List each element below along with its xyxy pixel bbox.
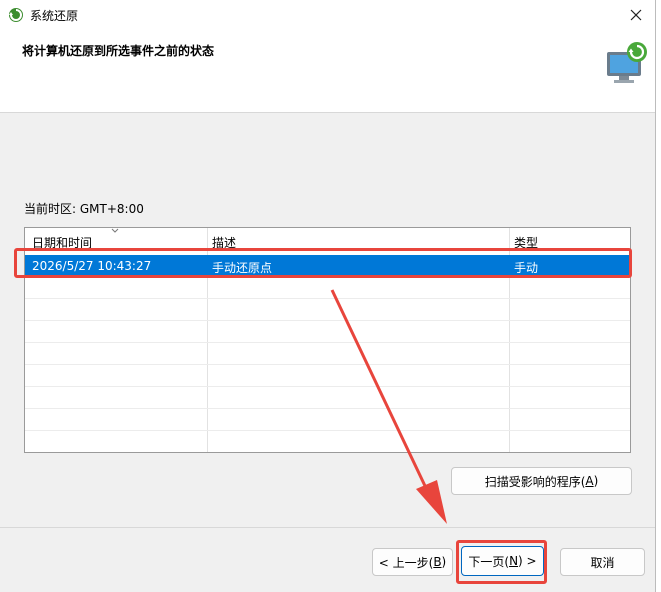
table-row-empty — [25, 299, 630, 321]
page-title: 将计算机还原到所选事件之前的状态 — [22, 44, 215, 58]
title-bar: 系统还原 — [0, 0, 655, 30]
cancel-button[interactable]: 取消 — [560, 548, 645, 576]
back-label-key: B — [433, 555, 442, 569]
table-row-empty — [25, 277, 630, 299]
restore-monitor-icon — [607, 42, 647, 83]
scan-label-prefix: 扫描受影响的程序( — [484, 474, 586, 489]
background-window-edge — [656, 0, 661, 592]
scan-label-suffix: ) — [593, 474, 599, 488]
table-row-empty — [25, 387, 630, 409]
annotation-highlight-next — [456, 540, 547, 584]
table-row-empty — [25, 321, 630, 343]
sort-descending-icon — [111, 228, 119, 233]
list-header: 日期和时间 描述 类型 — [25, 228, 630, 250]
close-button[interactable] — [617, 0, 655, 30]
timezone-label: 当前时区: GMT+8:00 — [24, 202, 144, 216]
back-label-suffix: ) — [441, 555, 447, 569]
scan-label-key: A — [585, 474, 594, 488]
back-label-prefix: < 上一步( — [378, 555, 434, 570]
annotation-highlight-row — [14, 248, 632, 278]
system-restore-icon — [9, 8, 23, 22]
system-restore-dialog: 系统还原 将计算机还原到所选事件之前的状态 当前时区: GMT+8:00 日期和… — [0, 0, 656, 592]
table-row-empty — [25, 365, 630, 387]
scan-affected-programs-button[interactable]: 扫描受影响的程序(A) — [451, 467, 632, 495]
table-row-empty — [25, 409, 630, 431]
back-button[interactable]: < 上一步(B) — [372, 548, 453, 576]
window-title: 系统还原 — [30, 9, 79, 23]
footer-divider — [0, 527, 655, 528]
wizard-header: 将计算机还原到所选事件之前的状态 — [0, 30, 655, 113]
table-row-empty — [25, 343, 630, 365]
close-icon — [630, 9, 642, 21]
table-row-empty — [25, 431, 630, 452]
